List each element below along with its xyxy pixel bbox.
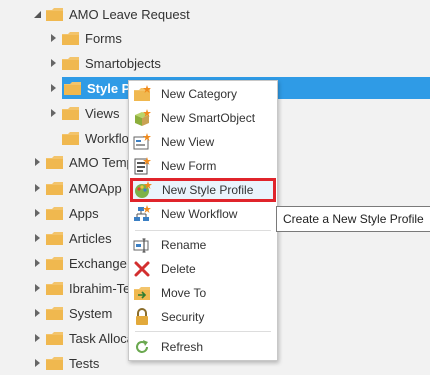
tree-node-views[interactable]: Views	[46, 101, 119, 125]
menu-item-security[interactable]: Security	[129, 305, 277, 329]
delete-icon	[133, 260, 151, 278]
tree-node-style-profiles[interactable]	[46, 76, 60, 100]
folder-icon	[46, 257, 63, 270]
menu-item-rename[interactable]: Rename	[129, 233, 277, 257]
folder-icon	[62, 57, 79, 70]
folder-icon	[62, 132, 79, 145]
expand-arrow-icon[interactable]	[30, 281, 44, 295]
tree-node-tests[interactable]: Tests	[30, 351, 99, 375]
expand-arrow-icon[interactable]	[30, 256, 44, 270]
folder-icon	[62, 107, 79, 120]
tree-node-label: Apps	[69, 205, 99, 221]
tree-node-label: Tests	[69, 355, 100, 371]
folder-icon	[46, 357, 63, 370]
refresh-icon	[133, 338, 151, 356]
tree-node-articles[interactable]: Articles	[30, 226, 112, 250]
tree-node-exchange[interactable]: Exchange	[30, 251, 127, 275]
new-style-profile-icon	[134, 181, 152, 199]
new-form-icon	[133, 157, 151, 175]
folder-icon	[46, 332, 63, 345]
tree-node-label: Views	[85, 105, 120, 121]
folder-icon	[64, 82, 81, 95]
tree-node-amo-leave-request[interactable]: AMO Leave Request	[30, 2, 190, 26]
menu-item-new-form[interactable]: New Form	[129, 154, 277, 178]
menu-item-delete[interactable]: Delete	[129, 257, 277, 281]
tree-node-label: Task Alloca	[69, 330, 135, 346]
tree-node-apps[interactable]: Apps	[30, 201, 99, 225]
tooltip: Create a New Style Profile	[276, 206, 430, 232]
expand-arrow-icon[interactable]	[46, 31, 60, 45]
new-workflow-icon	[133, 205, 151, 223]
expand-arrow-icon[interactable]	[30, 331, 44, 345]
folder-icon	[46, 156, 63, 169]
expand-arrow-icon[interactable]	[30, 155, 44, 169]
expand-arrow-icon[interactable]	[30, 206, 44, 220]
lock-icon	[133, 308, 151, 326]
expand-arrow-icon[interactable]	[30, 181, 44, 195]
tree-node-workflows[interactable]: Workflo	[60, 126, 129, 150]
folder-icon	[62, 32, 79, 45]
menu-separator	[135, 331, 271, 332]
context-menu: New Category New SmartObject New View Ne…	[128, 80, 278, 361]
tree-node-forms[interactable]: Forms	[46, 26, 122, 50]
tree-node-amoapp[interactable]: AMOApp	[30, 176, 122, 200]
folder-icon	[46, 207, 63, 220]
expand-arrow-icon[interactable]	[46, 56, 60, 70]
new-category-icon	[133, 85, 151, 103]
expand-arrow-icon[interactable]	[30, 306, 44, 320]
tree-node-label: AMO Temp	[69, 154, 134, 170]
tree-node-task-alloca[interactable]: Task Alloca	[30, 326, 134, 350]
new-view-icon	[133, 133, 151, 151]
menu-item-new-view[interactable]: New View	[129, 130, 277, 154]
folder-icon	[46, 182, 63, 195]
tree-node-ibrahim-tes[interactable]: Ibrahim-Tes	[30, 276, 137, 300]
menu-item-new-workflow[interactable]: New Workflow	[129, 202, 277, 226]
tree-node-smartobjects[interactable]: Smartobjects	[46, 51, 161, 75]
expand-arrow-icon[interactable]	[30, 356, 44, 370]
tree-node-system[interactable]: System	[30, 301, 112, 325]
menu-separator	[135, 230, 271, 231]
menu-item-refresh[interactable]: Refresh	[129, 335, 277, 359]
collapse-arrow-icon[interactable]	[30, 7, 44, 21]
menu-item-move-to[interactable]: Move To	[129, 281, 277, 305]
tree-node-amo-temp[interactable]: AMO Temp	[30, 150, 134, 174]
expand-arrow-icon[interactable]	[30, 231, 44, 245]
tree-node-label: Ibrahim-Tes	[69, 280, 137, 296]
tree-node-label: Forms	[85, 30, 122, 46]
folder-icon	[46, 8, 63, 21]
menu-item-new-smartobject[interactable]: New SmartObject	[129, 106, 277, 130]
expand-arrow-icon[interactable]	[46, 81, 60, 95]
tree-node-label: Exchange	[69, 255, 127, 271]
folder-icon	[46, 232, 63, 245]
menu-item-new-category[interactable]: New Category	[129, 82, 277, 106]
tree-node-label: System	[69, 305, 113, 321]
tree-node-label: AMOApp	[69, 180, 122, 196]
folder-icon	[46, 282, 63, 295]
tree-node-label: AMO Leave Request	[69, 6, 190, 22]
tree-node-label: Smartobjects	[85, 55, 161, 71]
tree-node-label: Articles	[69, 230, 112, 246]
rename-icon	[133, 236, 151, 254]
menu-item-new-style-profile[interactable]: New Style Profile	[130, 178, 276, 202]
expand-arrow-icon[interactable]	[46, 106, 60, 120]
move-to-icon	[133, 284, 151, 302]
tree-node-label: Workflo	[85, 130, 129, 146]
folder-icon	[46, 307, 63, 320]
new-smartobject-icon	[133, 109, 151, 127]
